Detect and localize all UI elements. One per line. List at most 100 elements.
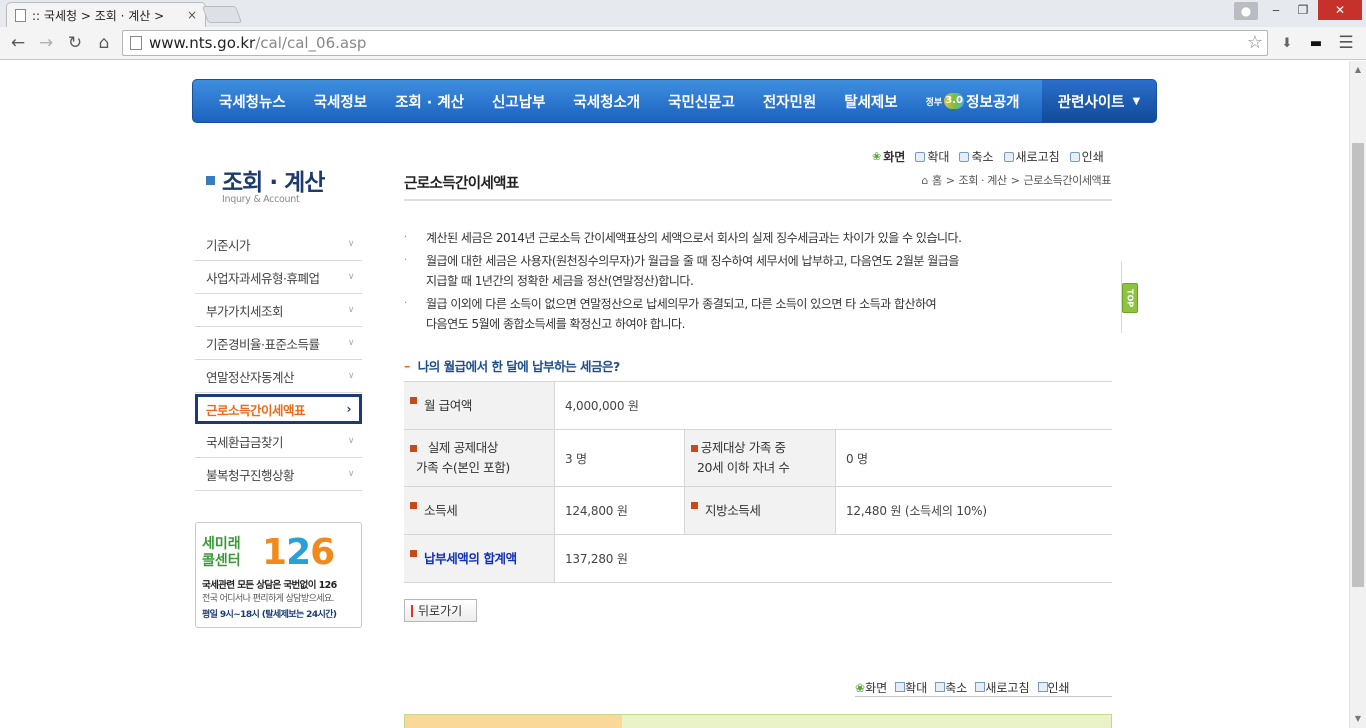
minimize-button[interactable]: ‒ bbox=[1263, 0, 1289, 20]
gnb-item-report[interactable]: 탈세제보 bbox=[830, 80, 911, 122]
print-button[interactable]: 인쇄 bbox=[1037, 679, 1070, 696]
refresh-button[interactable]: 새로고침 bbox=[975, 679, 1030, 696]
gnb-item-filing[interactable]: 신고납부 bbox=[478, 80, 559, 122]
notice-item: · 계산된 세금은 2014년 근로소득 간이세액표상의 세액으로서 회사의 실… bbox=[404, 228, 1112, 248]
chevron-down-icon: ∨ bbox=[347, 469, 355, 479]
salary-label: 월 급여액 bbox=[424, 397, 472, 413]
sidebar-item-label: 국세환급금찾기 bbox=[206, 434, 284, 450]
footer-panel-left bbox=[405, 715, 622, 728]
gnb-item-about[interactable]: 국세청소개 bbox=[559, 80, 654, 122]
income-tax-label: 소득세 bbox=[424, 502, 458, 518]
browser-tab[interactable]: :: 국세청 > 조회 · 계산 > × bbox=[6, 2, 206, 27]
footer-panel bbox=[404, 714, 1112, 728]
side-menu: 기준시가 ∨ 사업자과세유형·휴폐업 ∨ 부가가치세조회 ∨ 기준경비율·표준소득률 ∨… bbox=[195, 228, 362, 491]
section-heading: – 나의 월급에서 한 달에 납부하는 세금은? bbox=[404, 356, 620, 375]
breadcrumb-home[interactable]: 홈 bbox=[932, 172, 942, 188]
page-title: 근로소득간이세액표 bbox=[404, 176, 519, 192]
refresh-icon bbox=[975, 682, 986, 692]
home-icon[interactable]: ⌂ bbox=[92, 32, 116, 54]
banner-brand-line1: 세미래 bbox=[202, 536, 241, 552]
row-header: 실제 공제대상 가족 수(본인 포함) bbox=[404, 430, 555, 486]
menu-icon[interactable]: ☰ bbox=[1336, 33, 1356, 53]
zoom-out-label: 축소 bbox=[971, 150, 994, 164]
related-sites-button[interactable]: 관련사이트 ▼ bbox=[1042, 80, 1156, 122]
sidebar-item-appeal[interactable]: 불복청구진행상황 ∨ bbox=[195, 458, 362, 491]
sidebar-item-business-type[interactable]: 사업자과세유형·휴폐업 ∨ bbox=[195, 261, 362, 294]
scrollbar-thumb[interactable] bbox=[1352, 143, 1364, 587]
total-tax-label: 납부세액의 합계액 bbox=[424, 550, 517, 566]
zoom-out-icon bbox=[959, 151, 970, 162]
sidebar-item-vat[interactable]: 부가가치세조회 ∨ bbox=[195, 294, 362, 327]
tab-close-icon[interactable]: × bbox=[187, 8, 197, 22]
page-info-icon bbox=[130, 36, 142, 50]
arrow-bullet-icon bbox=[691, 502, 698, 509]
dependents-value: 3 명 bbox=[565, 451, 587, 466]
url-path: /cal/cal_06.asp bbox=[255, 34, 367, 52]
gnb-item-disclosure[interactable]: 정부 3.0 정보공개 bbox=[912, 80, 1034, 122]
sidebar-item-standard-price[interactable]: 기준시가 ∨ bbox=[195, 228, 362, 261]
call-center-banner[interactable]: 세미래 콜센터 126 국세관련 모든 상담은 국번없이 126 전국 어디서나… bbox=[195, 522, 362, 628]
gnb-item-inquiry[interactable]: 조회 · 계산 bbox=[381, 80, 478, 122]
gnb-item-news[interactable]: 국세청뉴스 bbox=[193, 80, 300, 122]
sidebar-item-refund[interactable]: 국세환급금찾기 ∨ bbox=[195, 425, 362, 458]
scroll-up-arrow-icon[interactable]: ▲ bbox=[1350, 63, 1366, 77]
zoom-in-button[interactable]: 확대 bbox=[895, 679, 927, 696]
arrow-bullet-icon bbox=[410, 397, 417, 404]
gnb-item-civil[interactable]: 전자민원 bbox=[749, 80, 830, 122]
new-tab-button[interactable] bbox=[201, 6, 243, 23]
lnb-title-text: 조회 · 계산 bbox=[222, 170, 325, 196]
close-window-button[interactable]: ✕ bbox=[1318, 0, 1362, 20]
sidebar-item-label: 근로소득간이세액표 bbox=[206, 402, 306, 418]
home-icon[interactable]: ⌂ bbox=[921, 174, 928, 187]
sprout-icon: ❀ bbox=[855, 681, 866, 695]
restore-button[interactable]: ❐ bbox=[1290, 0, 1316, 20]
back-button-label: 뒤로가기 bbox=[418, 604, 463, 618]
address-bar[interactable]: www.nts.go.kr/cal/cal_06.asp ☆ bbox=[122, 30, 1268, 56]
dependents-label: 실제 공제대상 bbox=[427, 440, 499, 455]
gnb-item-tax-info[interactable]: 국세정보 bbox=[300, 80, 381, 122]
scroll-top-button[interactable]: TOP bbox=[1122, 283, 1138, 313]
zoom-out-icon bbox=[935, 682, 946, 692]
scroll-down-arrow-icon[interactable]: ▼ bbox=[1350, 712, 1366, 726]
zoom-in-button[interactable]: 확대 bbox=[915, 148, 949, 165]
refresh-button[interactable]: 새로고침 bbox=[1003, 148, 1060, 165]
zoom-in-icon bbox=[915, 151, 926, 162]
notice-text: 지급할 때 1년간의 정확한 세금을 정산(연말정산)합니다. bbox=[426, 274, 694, 288]
back-arrow-icon[interactable]: ← bbox=[6, 32, 30, 54]
title-divider bbox=[404, 199, 1112, 201]
forward-arrow-icon[interactable]: → bbox=[34, 32, 58, 54]
banner-text: 전국 어디서나 편리하게 상담받으세요. bbox=[202, 594, 335, 604]
breadcrumb-section[interactable]: 조회 · 계산 bbox=[959, 172, 1008, 188]
children-label: 공제대상 가족 중 bbox=[700, 440, 786, 455]
zoom-out-button[interactable]: 축소 bbox=[935, 679, 967, 696]
zoom-out-button[interactable]: 축소 bbox=[959, 148, 994, 165]
zoom-in-label: 확대 bbox=[905, 681, 928, 695]
download-extension-icon[interactable]: ⬇ bbox=[1277, 34, 1297, 52]
row-header: 지방소득세 bbox=[684, 487, 836, 534]
sidebar-item-expense-rate[interactable]: 기준경비율·표준소득률 ∨ bbox=[195, 327, 362, 360]
user-icon[interactable]: ● bbox=[1234, 2, 1258, 20]
row-header: 소득세 bbox=[404, 487, 555, 534]
notice-text: 월급에 대한 세금은 사용자(원천징수의무자)가 월급을 줄 때 징수하여 세무… bbox=[426, 254, 959, 268]
bookmark-star-icon[interactable]: ☆ bbox=[1247, 32, 1263, 53]
bullet-icon: · bbox=[404, 255, 407, 266]
gnb-item-petition[interactable]: 국민신문고 bbox=[654, 80, 749, 122]
notice-text: 월급 이외에 다른 소득이 없으면 연말정산으로 납세의무가 종결되고, 다른 … bbox=[426, 297, 937, 311]
vertical-scrollbar[interactable]: ▲ ▼ bbox=[1349, 61, 1366, 728]
page-icon bbox=[15, 8, 26, 22]
sidebar-item-year-end[interactable]: 연말정산자동계산 ∨ bbox=[195, 360, 362, 393]
sidebar-item-label: 불복청구진행상황 bbox=[206, 467, 295, 483]
sidebar-item-simple-tax-table[interactable]: 근로소득간이세액표 › bbox=[195, 394, 362, 424]
row-header: 공제대상 가족 중 20세 이하 자녀 수 bbox=[684, 430, 836, 486]
sidebar-item-label: 연말정산자동계산 bbox=[206, 369, 295, 385]
banner-brand-line2: 콜센터 bbox=[202, 553, 241, 569]
notice-text: 다음연도 5월에 종합소득세를 확정신고 하여야 합니다. bbox=[426, 317, 685, 331]
print-button[interactable]: 인쇄 bbox=[1069, 148, 1104, 165]
banner-digit: 6 bbox=[310, 532, 335, 573]
income-tax-value: 124,800 원 bbox=[565, 504, 628, 518]
breadcrumb: ⌂ 홈 > 조회 · 계산 > 근로소득간이세액표 bbox=[921, 172, 1111, 188]
incognito-extension-icon[interactable]: ▬ bbox=[1306, 34, 1326, 52]
back-button[interactable]: 뒤로가기 bbox=[404, 599, 477, 622]
reload-icon[interactable]: ↻ bbox=[63, 32, 87, 54]
page-viewport: 국세청뉴스 국세정보 조회 · 계산 신고납부 국세청소개 국민신문고 전자민원… bbox=[0, 61, 1349, 728]
